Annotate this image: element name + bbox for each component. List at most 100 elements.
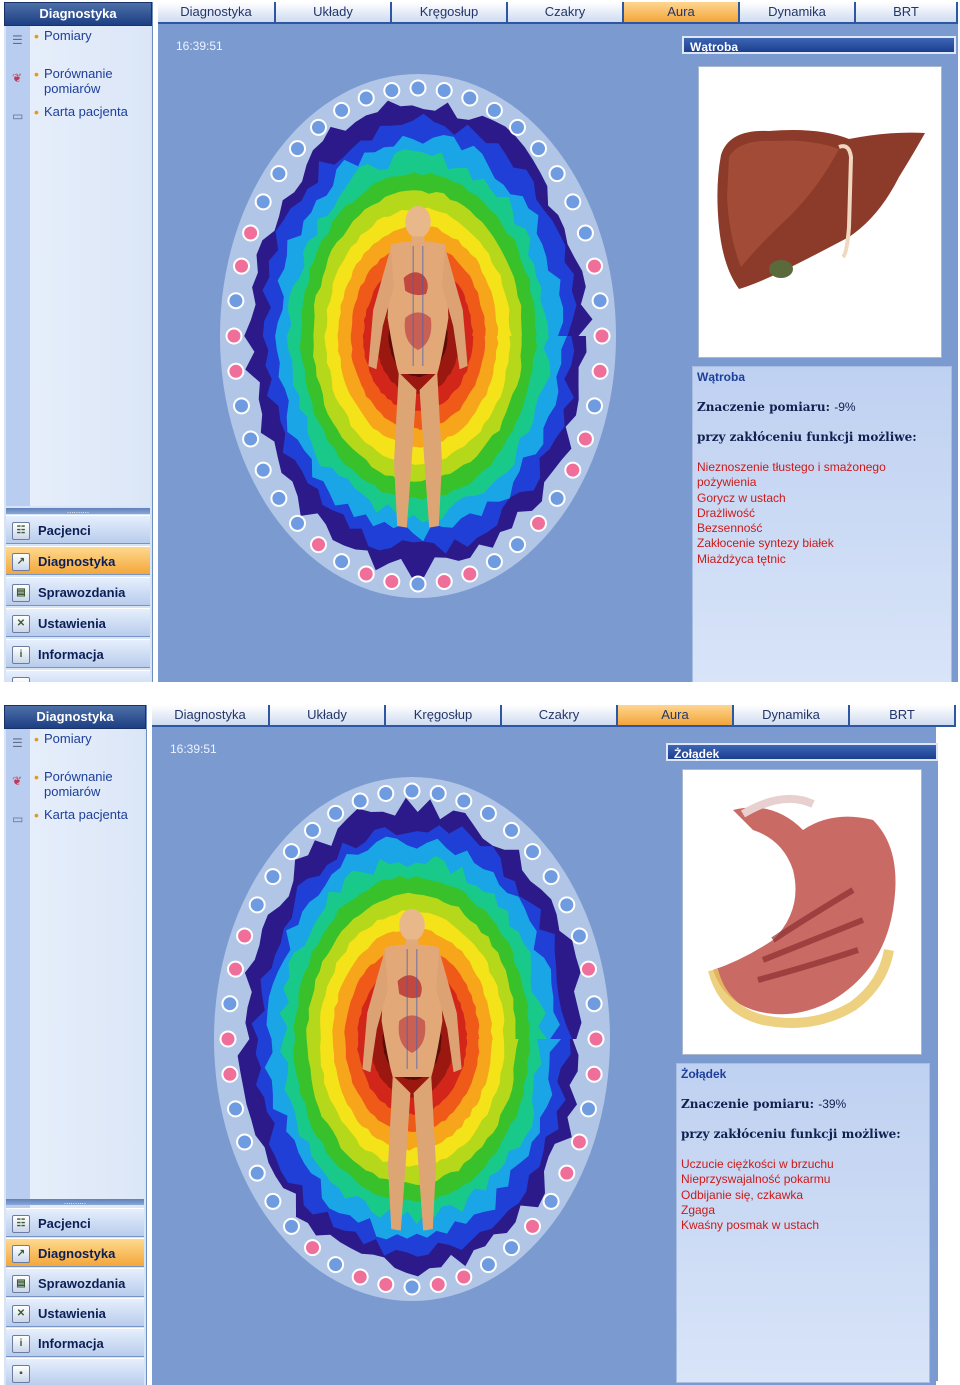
sidebar-item-pomiary[interactable]: ☰ • Pomiary [6, 729, 144, 767]
aura-point[interactable] [593, 327, 611, 345]
aura-point[interactable] [580, 1100, 597, 1118]
tab-uklady[interactable]: Układy [270, 705, 386, 725]
aura-point[interactable] [455, 1268, 473, 1286]
aura-point[interactable] [409, 575, 427, 593]
aura-point[interactable] [377, 785, 395, 802]
aura-point[interactable] [403, 1278, 421, 1296]
nav-informacja[interactable]: i Informacja [6, 639, 150, 668]
aura-point[interactable] [542, 868, 560, 886]
aura-point[interactable] [270, 489, 288, 507]
aura-point[interactable] [586, 257, 603, 275]
aura-point[interactable] [558, 1164, 576, 1182]
aura-point[interactable] [429, 1276, 447, 1293]
aura-point[interactable] [227, 362, 245, 380]
aura-point[interactable] [479, 1256, 497, 1274]
aura-point[interactable] [479, 804, 497, 822]
aura-point[interactable] [219, 1030, 237, 1048]
aura-point[interactable] [221, 1065, 239, 1083]
aura-point[interactable] [227, 1100, 244, 1118]
aura-point[interactable] [587, 1030, 605, 1048]
aura-point[interactable] [585, 995, 603, 1013]
aura-point[interactable] [530, 140, 547, 158]
nav-diagnostyka[interactable]: ↗ Diagnostyka [6, 546, 150, 575]
nav-ustawienia[interactable]: ✕ Ustawienia [6, 1298, 144, 1327]
tab-aura[interactable]: Aura [618, 705, 734, 725]
tab-uklady[interactable]: Układy [276, 2, 392, 22]
aura-point[interactable] [310, 118, 327, 136]
aura-point[interactable] [485, 553, 503, 571]
aura-point[interactable] [327, 804, 345, 822]
sidebar-item-porownanie[interactable]: ❦ • Porównanie pomiarów [6, 767, 144, 805]
aura-point[interactable] [236, 1133, 254, 1151]
aura-point[interactable] [585, 1065, 603, 1083]
aura-point[interactable] [357, 89, 375, 107]
aura-point[interactable] [289, 514, 306, 532]
aura-point[interactable] [509, 118, 526, 136]
aura-point[interactable] [254, 193, 272, 211]
aura-point[interactable] [403, 782, 421, 800]
tab-dynamika[interactable]: Dynamika [734, 705, 850, 725]
tab-czakry[interactable]: Czakry [508, 2, 624, 22]
aura-point[interactable] [564, 461, 582, 479]
aura-point[interactable] [333, 101, 351, 119]
aura-point[interactable] [429, 785, 447, 802]
aura-point[interactable] [227, 292, 245, 310]
sidebar-item-karta[interactable]: ▭ • Karta pacjenta [6, 805, 144, 843]
aura-point[interactable] [435, 573, 453, 590]
aura-point[interactable] [435, 82, 453, 99]
aura-point[interactable] [357, 565, 375, 583]
tab-kregoslup[interactable]: Kręgosłup [392, 2, 508, 22]
aura-point[interactable] [383, 573, 401, 590]
aura-point[interactable] [409, 79, 427, 97]
aura-point[interactable] [524, 843, 541, 861]
aura-point[interactable] [564, 193, 582, 211]
tab-brt[interactable]: BRT [850, 705, 956, 725]
tab-diagnostyka[interactable]: Diagnostyka [158, 2, 276, 22]
nav-more[interactable]: ▪ [6, 1358, 144, 1385]
aura-point[interactable] [461, 89, 479, 107]
aura-point[interactable] [310, 536, 327, 554]
nav-informacja[interactable]: i Informacja [6, 1328, 144, 1357]
aura-point[interactable] [570, 927, 588, 945]
aura-point[interactable] [333, 553, 351, 571]
aura-point[interactable] [503, 821, 520, 839]
nav-sprawozdania[interactable]: ▤ Sprawozdania [6, 1268, 144, 1297]
tab-brt[interactable]: BRT [856, 2, 958, 22]
nav-pacjenci[interactable]: ☷ Pacjenci [6, 1208, 144, 1237]
aura-point[interactable] [570, 1133, 588, 1151]
aura-point[interactable] [283, 1217, 300, 1235]
tab-aura[interactable]: Aura [624, 2, 740, 22]
aura-point[interactable] [542, 1192, 560, 1210]
tab-czakry[interactable]: Czakry [502, 705, 618, 725]
aura-point[interactable] [576, 224, 594, 242]
nav-diagnostyka[interactable]: ↗ Diagnostyka [6, 1238, 144, 1267]
aura-point[interactable] [236, 927, 254, 945]
aura-point[interactable] [530, 514, 547, 532]
aura-point[interactable] [548, 165, 566, 183]
aura-point[interactable] [455, 792, 473, 810]
aura-point[interactable] [558, 896, 576, 914]
aura-point[interactable] [221, 995, 239, 1013]
aura-point[interactable] [270, 165, 288, 183]
sidebar-item-karta[interactable]: ▭ • Karta pacjenta [6, 102, 150, 140]
aura-point[interactable] [233, 257, 250, 275]
sidebar-item-pomiary[interactable]: ☰ • Pomiary [6, 26, 150, 64]
aura-point[interactable] [591, 292, 609, 310]
sidebar-item-porownanie[interactable]: ❦ • Porównanie pomiarów [6, 64, 150, 102]
aura-point[interactable] [233, 397, 250, 415]
tab-diagnostyka[interactable]: Diagnostyka [152, 705, 270, 725]
aura-point[interactable] [383, 82, 401, 99]
aura-point[interactable] [351, 792, 369, 810]
sidebar-separator[interactable]: .......... [6, 507, 150, 515]
nav-more[interactable]: ▪ [6, 670, 150, 682]
aura-point[interactable] [304, 1239, 321, 1257]
aura-point[interactable] [586, 397, 603, 415]
aura-point[interactable] [283, 843, 300, 861]
aura-point[interactable] [242, 224, 260, 242]
aura-point[interactable] [248, 1164, 266, 1182]
aura-point[interactable] [254, 461, 272, 479]
aura-point[interactable] [327, 1256, 345, 1274]
aura-point[interactable] [304, 821, 321, 839]
aura-point[interactable] [524, 1217, 541, 1235]
sidebar-separator[interactable]: .......... [6, 1198, 144, 1206]
